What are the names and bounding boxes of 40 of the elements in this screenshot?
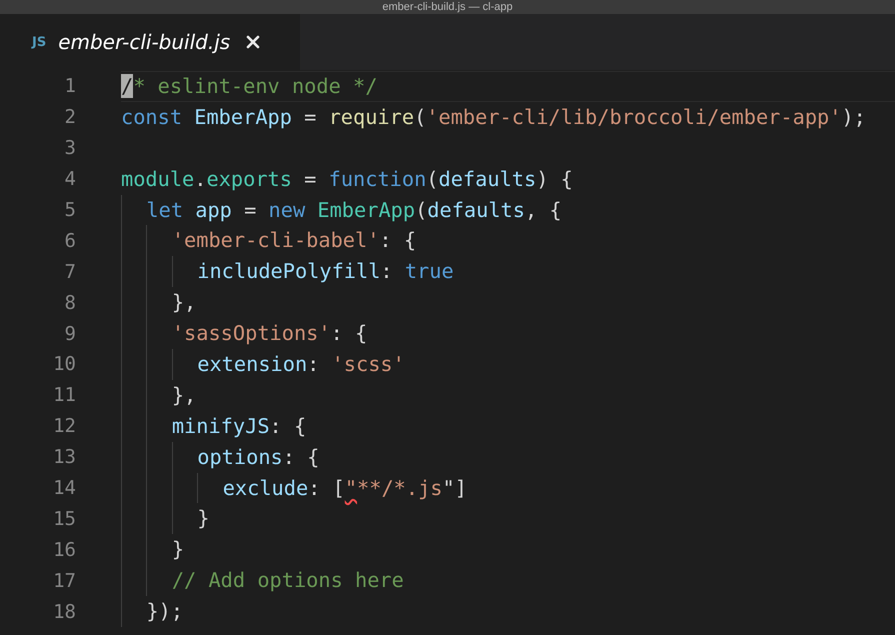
line-number: 13: [52, 446, 76, 468]
line-number: 4: [64, 168, 76, 190]
code-line: includePolyfill: true: [121, 256, 895, 288]
code-line: let app = new EmberApp(defaults, {: [121, 194, 895, 226]
editor-tab[interactable]: JS ember-cli-build.js: [0, 14, 300, 70]
code-line: // Add options here: [121, 565, 895, 596]
line-number: 7: [64, 260, 76, 283]
code-line: }: [121, 534, 895, 566]
line-number: 6: [64, 230, 76, 252]
line-number: 2: [64, 106, 76, 128]
code-line: },: [121, 287, 895, 318]
tab-label: ember-cli-build.js: [58, 30, 230, 54]
line-number: 8: [64, 292, 76, 314]
line-number: 16: [52, 538, 76, 561]
line-number: 14: [52, 477, 76, 500]
line-number: 10: [52, 353, 76, 376]
window-title: ember-cli-build.js — cl-app: [382, 0, 513, 14]
code-line: options: {: [121, 442, 895, 473]
code-line: exclude: ["**/*.js"]: [121, 472, 895, 504]
close-icon[interactable]: [246, 35, 260, 49]
line-number: 15: [52, 508, 76, 530]
line-number: 18: [52, 600, 76, 623]
code-line: }: [121, 503, 895, 534]
code-line: 'ember-cli-babel': {: [121, 225, 895, 256]
code-line: });: [121, 596, 895, 628]
javascript-file-icon: JS: [32, 34, 46, 50]
line-number: 1: [64, 75, 76, 98]
code-line: },: [121, 380, 895, 411]
line-number: 5: [64, 199, 76, 221]
code-line: minifyJS: {: [121, 410, 895, 442]
line-number: 12: [52, 415, 76, 438]
code-line: /* eslint-env node */: [121, 71, 895, 102]
line-number: 3: [64, 137, 76, 160]
code-line: 'sassOptions': {: [121, 318, 895, 350]
line-number: 11: [52, 384, 76, 406]
code-line: module.exports = function(defaults) {: [121, 166, 574, 193]
line-number: 17: [52, 570, 76, 592]
code-line: const EmberApp = require('ember-cli/lib/broccoli/ember-app');: [121, 104, 867, 131]
line-number: 9: [64, 322, 76, 345]
code-line: extension: 'scss': [121, 349, 895, 380]
